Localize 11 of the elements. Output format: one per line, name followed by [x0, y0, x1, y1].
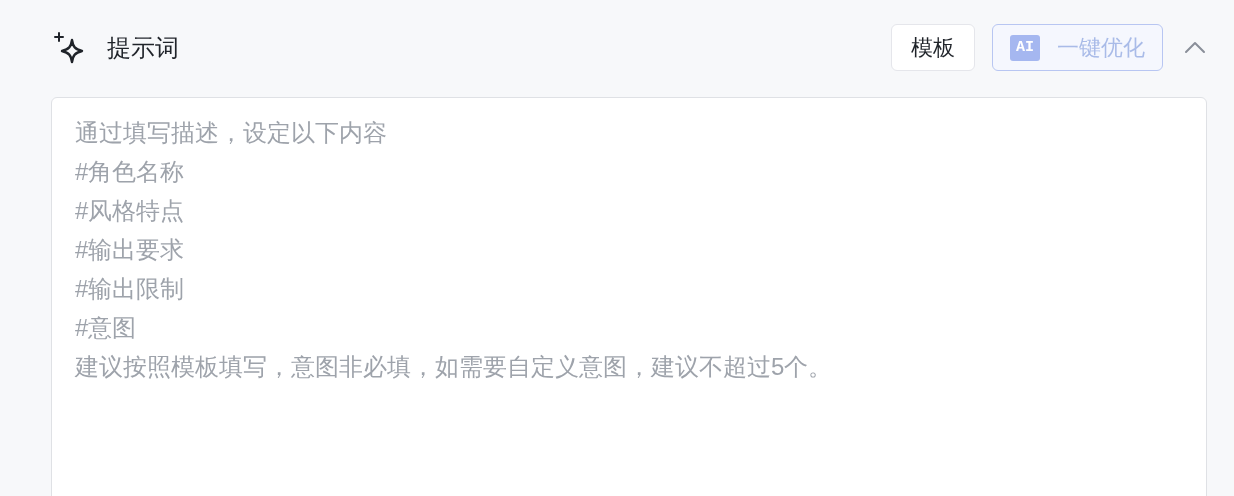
template-button[interactable]: 模板: [891, 24, 975, 71]
placeholder-text: 通过填写描述，设定以下内容: [75, 118, 387, 148]
placeholder-text: #意图: [75, 313, 137, 343]
placeholder-text: #输出限制: [75, 274, 185, 304]
prompt-input-field[interactable]: 通过填写描述，设定以下内容 #角色名称 #风格特点 #输出要求 #输出限制 #意图 建议按照模板填写，意图非必填，如需要自定义意图，建议不超过5个。: [51, 97, 1207, 496]
placeholder-text: 建议按照模板填写，意图非必填，如需要自定义意图，建议不超过5个。: [75, 352, 833, 382]
section-title: 提示词: [107, 32, 179, 63]
placeholder-text: #风格特点: [75, 196, 185, 226]
ai-badge: AI: [1010, 34, 1040, 61]
placeholder-text: #输出要求: [75, 235, 185, 265]
placeholder-text: #角色名称: [75, 157, 185, 187]
